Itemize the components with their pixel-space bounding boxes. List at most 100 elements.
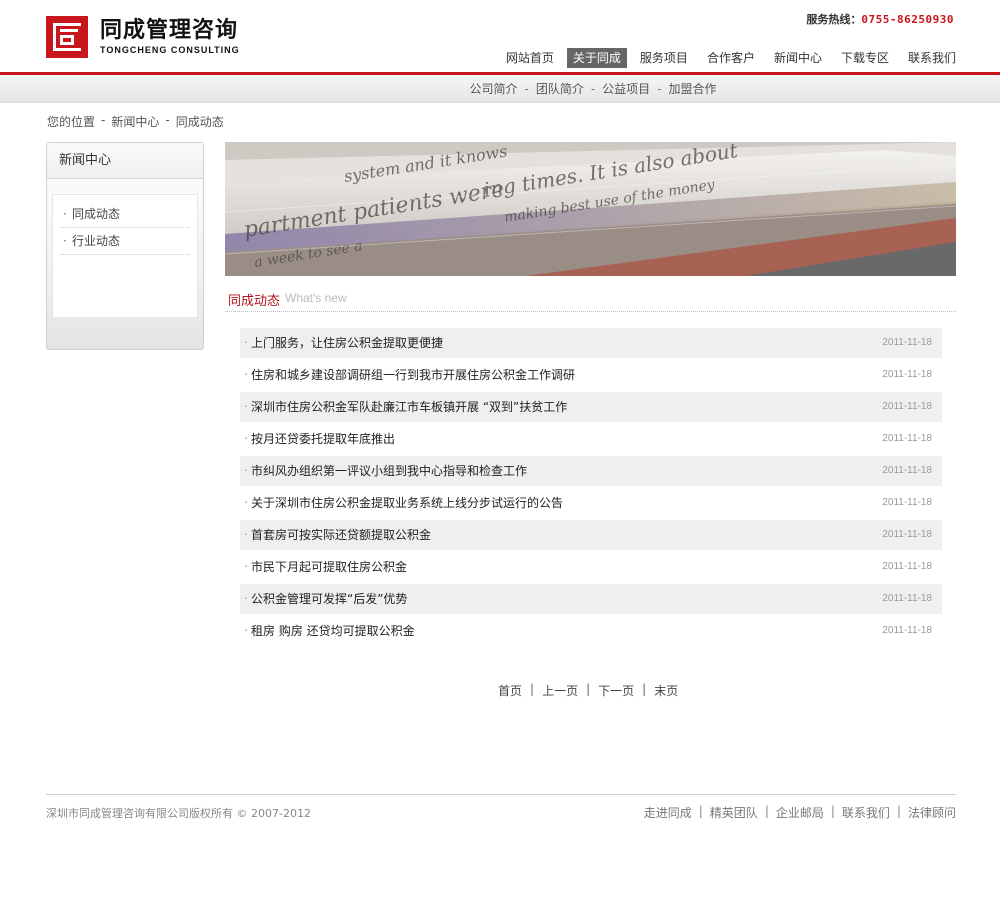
news-row[interactable]: · 住房和城乡建设部调研组一行到我市开展住房公积金工作调研 2011-11-18 [240, 360, 942, 390]
sidebar-item-company-news[interactable]: · 同成动态 [60, 201, 190, 228]
news-date: 2011-11-18 [882, 625, 932, 636]
news-banner-image: partment patients were ing times. It is … [225, 142, 956, 276]
section-subtitle: What's new [285, 291, 347, 305]
bullet-icon: · [63, 207, 67, 221]
footer-links: 走进同成 | 精英团队 | 企业邮局 | 联系我们 | 法律顾问 [644, 804, 956, 821]
subnav-item-company-intro[interactable]: 公司简介 [469, 75, 517, 103]
pager-first[interactable]: 首页 [498, 682, 522, 699]
news-date: 2011-11-18 [882, 465, 932, 476]
news-title-link[interactable]: 公积金管理可发挥“后发”优势 [251, 584, 407, 614]
bullet-icon: · [244, 560, 248, 573]
logo-mark-icon [46, 16, 88, 58]
footer-link-team[interactable]: 精英团队 [710, 804, 758, 821]
pager-separator: | [586, 682, 591, 696]
footer-link-mail[interactable]: 企业邮局 [776, 804, 824, 821]
breadcrumb-separator: - [101, 113, 106, 127]
news-date: 2011-11-18 [882, 337, 932, 348]
section-title: 同成动态 [228, 294, 281, 309]
news-title-link[interactable]: 上门服务，让住房公积金提取更便捷 [251, 328, 443, 358]
nav-item-about[interactable]: 关于同成 [566, 48, 627, 68]
sidebar-item-label: 同成动态 [72, 207, 121, 221]
nav-item-clients[interactable]: 合作客户 [701, 48, 761, 68]
news-row[interactable]: · 首套房可按实际还贷额提取公积金 2011-11-18 [240, 520, 942, 550]
nav-item-home[interactable]: 网站首页 [500, 48, 560, 68]
news-row[interactable]: · 按月还贷委托提取年底推出 2011-11-18 [240, 424, 942, 454]
nav-item-downloads[interactable]: 下载专区 [835, 48, 895, 68]
footer-separator: | [764, 804, 769, 818]
news-title-link[interactable]: 深圳市住房公积金军队赴廉江市车板镇开展 “双到”扶贫工作 [251, 392, 567, 422]
breadcrumb-prefix: 您的位置 [47, 115, 96, 129]
footer-separator: | [896, 804, 901, 818]
bullet-icon: · [244, 592, 248, 605]
hotline-number: 0755-86250930 [861, 13, 954, 26]
news-row[interactable]: · 上门服务，让住房公积金提取更便捷 2011-11-18 [240, 328, 942, 358]
news-title-link[interactable]: 关于深圳市住房公积金提取业务系统上线分步试运行的公告 [251, 488, 563, 518]
news-title-link[interactable]: 市民下月起可提取住房公积金 [251, 552, 407, 582]
main-navigation: 网站首页 关于同成 服务项目 合作客户 新闻中心 下载专区 联系我们 [493, 48, 962, 68]
subnav-item-charity[interactable]: 公益项目 [602, 75, 650, 103]
subnav-separator: - [657, 82, 662, 96]
bullet-icon: · [63, 234, 67, 248]
news-row[interactable]: · 租房 购房 还贷均可提取公积金 2011-11-18 [240, 616, 942, 646]
footer-separator: | [830, 804, 835, 818]
service-hotline: 服务热线：0755-86250930 [806, 11, 954, 27]
footer-link-contact[interactable]: 联系我们 [842, 804, 890, 821]
subnav-item-franchise[interactable]: 加盟合作 [669, 75, 717, 103]
footer-divider [46, 794, 956, 795]
news-date: 2011-11-18 [882, 401, 932, 412]
footer-separator: | [698, 804, 703, 818]
breadcrumb-separator: - [165, 113, 170, 127]
copyright-text: 深圳市同成管理咨询有限公司版权所有 © 2007-2012 [46, 807, 311, 820]
nav-item-news[interactable]: 新闻中心 [768, 48, 828, 68]
section-heading: 同成动态 What's new [225, 288, 956, 312]
news-date: 2011-11-18 [882, 497, 932, 508]
news-row[interactable]: · 关于深圳市住房公积金提取业务系统上线分步试运行的公告 2011-11-18 [240, 488, 942, 518]
subnav-separator: - [524, 82, 529, 96]
news-title-link[interactable]: 住房和城乡建设部调研组一行到我市开展住房公积金工作调研 [251, 360, 575, 390]
logo-chinese-name: 同成管理咨询 [100, 18, 239, 43]
news-date: 2011-11-18 [882, 529, 932, 540]
bullet-icon: · [244, 496, 248, 509]
news-title-link[interactable]: 租房 购房 还贷均可提取公积金 [251, 616, 415, 646]
site-header: 同成管理咨询 TONGCHENG CONSULTING 服务热线：0755-86… [0, 0, 1000, 72]
news-title-link[interactable]: 首套房可按实际还贷额提取公积金 [251, 520, 431, 550]
breadcrumb-news-center[interactable]: 新闻中心 [111, 113, 159, 130]
sidebar-menu: · 同成动态 · 行业动态 [52, 194, 198, 318]
news-row[interactable]: · 深圳市住房公积金军队赴廉江市车板镇开展 “双到”扶贫工作 2011-11-1… [240, 392, 942, 422]
company-logo[interactable]: 同成管理咨询 TONGCHENG CONSULTING [46, 16, 246, 58]
sidebar-item-label: 行业动态 [72, 234, 121, 248]
sidebar: 新闻中心 · 同成动态 · 行业动态 [46, 142, 204, 350]
breadcrumb: 您的位置 - 新闻中心 - 同成动态 [47, 113, 224, 130]
news-list: · 上门服务，让住房公积金提取更便捷 2011-11-18 · 住房和城乡建设部… [240, 328, 942, 648]
bullet-icon: · [244, 368, 248, 381]
news-row[interactable]: · 市民下月起可提取住房公积金 2011-11-18 [240, 552, 942, 582]
sidebar-item-industry-news[interactable]: · 行业动态 [60, 228, 190, 255]
news-title-link[interactable]: 市纠风办组织第一评议小组到我中心指导和检查工作 [251, 456, 527, 486]
pagination: 首页 | 上一页 | 下一页 | 末页 [498, 682, 678, 699]
sidebar-title: 新闻中心 [47, 143, 203, 179]
news-title-link[interactable]: 按月还贷委托提取年底推出 [251, 424, 395, 454]
subnav-separator: - [590, 82, 596, 96]
news-date: 2011-11-18 [882, 593, 932, 604]
bullet-icon: · [244, 400, 248, 413]
subnav-item-team-intro[interactable]: 团队简介 [536, 75, 584, 103]
pager-prev[interactable]: 上一页 [542, 682, 578, 699]
news-row[interactable]: · 公积金管理可发挥“后发”优势 2011-11-18 [240, 584, 942, 614]
nav-item-contact[interactable]: 联系我们 [902, 48, 962, 68]
news-row[interactable]: · 市纠风办组织第一评议小组到我中心指导和检查工作 2011-11-18 [240, 456, 942, 486]
news-date: 2011-11-18 [882, 369, 932, 380]
footer-link-about[interactable]: 走进同成 [644, 804, 692, 821]
breadcrumb-current[interactable]: 同成动态 [176, 113, 224, 130]
news-date: 2011-11-18 [882, 433, 932, 444]
logo-english-name: TONGCHENG CONSULTING [100, 45, 240, 55]
footer-link-legal[interactable]: 法律顾问 [908, 804, 956, 821]
nav-item-services[interactable]: 服务项目 [634, 48, 694, 68]
sub-navigation: 公司简介 - 团队简介 - 公益项目 - 加盟合作 [0, 75, 1000, 103]
pager-next[interactable]: 下一页 [598, 682, 634, 699]
bullet-icon: · [244, 464, 248, 477]
bullet-icon: · [244, 336, 248, 349]
hotline-label: 服务热线： [806, 13, 862, 26]
bullet-icon: · [244, 528, 248, 541]
pager-last[interactable]: 末页 [654, 682, 678, 699]
news-date: 2011-11-18 [882, 561, 932, 572]
